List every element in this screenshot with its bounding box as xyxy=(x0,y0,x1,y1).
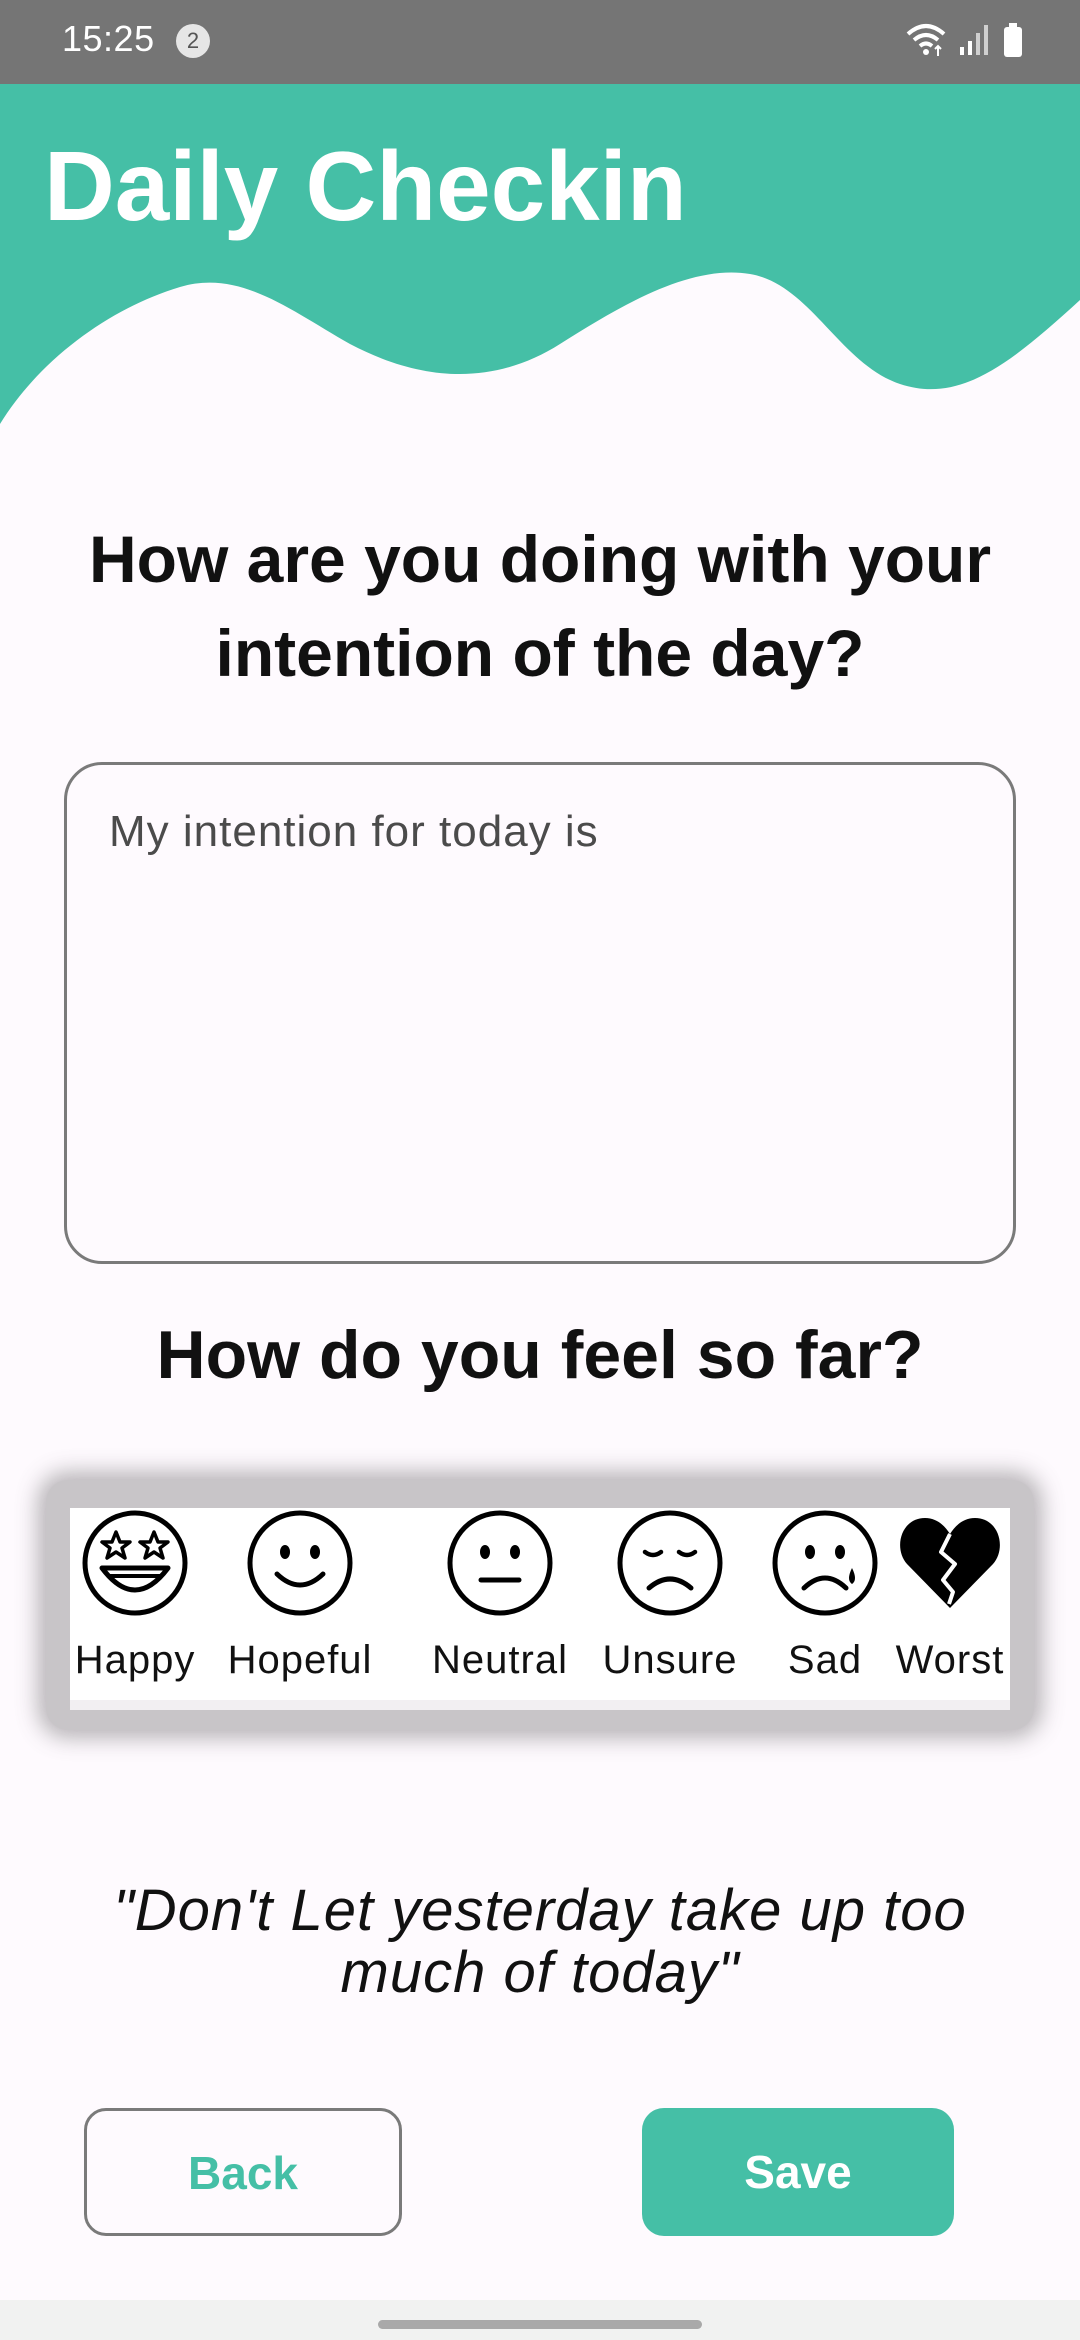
mood-option-hopeful[interactable]: Hopeful xyxy=(220,1508,380,1700)
home-indicator[interactable] xyxy=(378,2320,702,2329)
mood-label: Unsure xyxy=(602,1638,738,1682)
star-struck-face-icon xyxy=(82,1510,188,1616)
worried-face-icon xyxy=(617,1510,723,1616)
mood-label: Sad xyxy=(787,1638,863,1682)
status-bar: 15:25 2 xyxy=(0,0,1080,84)
smiling-face-icon xyxy=(247,1510,353,1616)
broken-heart-icon xyxy=(900,1518,1000,1608)
status-time: 15:25 xyxy=(62,18,155,59)
battery-icon xyxy=(1004,23,1022,57)
intention-question: How are you doing with your intention of… xyxy=(88,522,992,690)
status-icons xyxy=(906,22,1024,58)
daily-checkin-screen: 15:25 2 Daily Checkin How are you doing … xyxy=(0,0,1080,2340)
wifi-icon xyxy=(906,24,946,56)
mood-label: Hopeful xyxy=(227,1638,373,1682)
crying-face-icon xyxy=(772,1510,878,1616)
save-button[interactable]: Save xyxy=(642,2108,954,2236)
signal-icon xyxy=(960,25,988,55)
mood-label: Neutral xyxy=(432,1638,568,1682)
feeling-question: How do you feel so far? xyxy=(156,1317,924,1393)
mood-label: Worst xyxy=(895,1638,1005,1682)
mood-option-happy[interactable]: Happy xyxy=(70,1508,200,1700)
back-button[interactable]: Back xyxy=(84,2108,402,2236)
page-title: Daily Checkin xyxy=(44,131,687,241)
neutral-face-icon xyxy=(447,1510,553,1616)
intention-input[interactable] xyxy=(107,805,971,1229)
notification-count-badge: 2 xyxy=(176,24,210,58)
mood-selector: Happy Hopeful Neutral Unsure Sad Worst xyxy=(70,1508,1010,1710)
mood-option-sad[interactable]: Sad xyxy=(760,1508,890,1700)
mood-option-worst[interactable]: Worst xyxy=(890,1508,1010,1700)
mood-option-unsure[interactable]: Unsure xyxy=(590,1508,750,1700)
motivational-quote: "Don't Let yesterday take up too much of… xyxy=(113,1878,967,2005)
navigation-bar xyxy=(0,2300,1080,2340)
intention-input-box[interactable] xyxy=(64,762,1016,1264)
mood-label: Happy xyxy=(74,1638,196,1682)
mood-option-neutral[interactable]: Neutral xyxy=(410,1508,590,1700)
